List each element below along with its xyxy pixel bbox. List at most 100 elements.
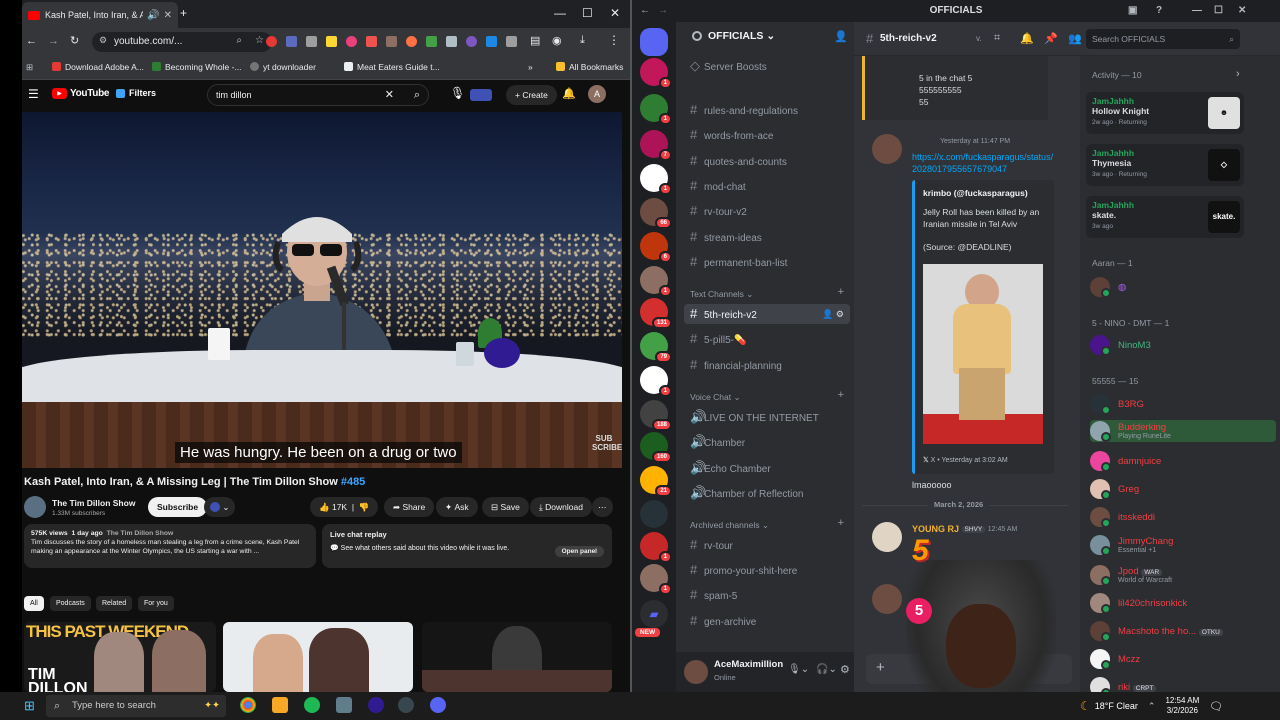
desc-channel-tag[interactable]: The Tim Dillon Show	[107, 530, 174, 537]
activity-expand-icon[interactable]: ›	[1236, 68, 1240, 80]
tray-overflow-icon[interactable]: ⌃	[1148, 701, 1156, 712]
more-actions-icon[interactable]: ⋯	[592, 497, 613, 517]
clear-search-icon[interactable]: ✕	[385, 85, 394, 105]
folder-icon[interactable]: ▰	[640, 600, 668, 628]
forward-icon[interactable]: →	[48, 35, 59, 47]
channel-promo[interactable]: # promo-your-shit-here	[684, 560, 850, 580]
extension-orange-icon[interactable]	[366, 36, 377, 47]
notifications-icon[interactable]: 🗨	[1209, 700, 1223, 713]
browser-tab[interactable]: Kash Patel, Into Iran, & A Mi 🔊 ✕	[22, 2, 178, 28]
extension-cyan-icon[interactable]	[486, 36, 497, 47]
channel-gen-archive[interactable]: # gen-archive	[684, 611, 850, 631]
voice-live-on-the-internet[interactable]: 🔊LIVE ON THE INTERNET	[684, 407, 850, 427]
member-damnjuice[interactable]: damnjuice	[1090, 450, 1276, 472]
server-icon-4[interactable]: 1	[640, 164, 672, 195]
minimize-button[interactable]: —	[554, 6, 566, 20]
close-window-button[interactable]: ✕	[610, 6, 620, 20]
server-icon-14[interactable]	[640, 500, 668, 528]
channel-rv-tour-v2[interactable]: # rv-tour-v2	[684, 201, 850, 221]
discord-minimize-button[interactable]: —	[1192, 0, 1202, 22]
thumbs-down-icon[interactable]: 👎	[359, 502, 370, 513]
attach-plus-icon[interactable]: +	[876, 659, 885, 676]
tweet-link[interactable]: https://x.com/fuckasparagus/status/20280…	[912, 151, 1058, 175]
profile-icon[interactable]: ◉	[552, 34, 562, 47]
filters-button[interactable]: Filters	[116, 88, 156, 98]
server-icon-3[interactable]: 7	[640, 130, 672, 161]
activity-card-1[interactable]: JamJahhh Hollow Knight 2w ago · Returnin…	[1086, 92, 1244, 134]
extension-blue-icon[interactable]	[286, 36, 297, 47]
member-aaran[interactable]: ◍	[1090, 276, 1276, 298]
server-icon-2[interactable]: 1	[640, 94, 672, 125]
extension-grey-icon[interactable]	[306, 36, 317, 47]
extension-yellow-icon[interactable]	[326, 36, 337, 47]
video-description[interactable]: 575K views 1 day ago The Tim Dillon Show…	[24, 524, 316, 568]
activity-card-2[interactable]: JamJahhh Thymesia 3w ago · Returning ◇	[1086, 144, 1244, 186]
extension-green-icon[interactable]	[426, 36, 437, 47]
chip-related[interactable]: Related	[96, 596, 133, 611]
invite-people-icon[interactable]: 👤	[834, 30, 848, 43]
server-boosts-link[interactable]: ◇ Server Boosts	[684, 56, 850, 76]
activity-card-3[interactable]: JamJahhh skate. 3w ago skate.	[1086, 196, 1244, 238]
headphones-icon[interactable]: 🎧⌄	[816, 664, 837, 675]
bookmarks-overflow-icon[interactable]: »	[528, 62, 533, 72]
channel-mod-chat[interactable]: # mod-chat	[684, 176, 850, 196]
new-tab-button[interactable]: +	[180, 6, 187, 20]
recommended-thumbnail-3[interactable]	[422, 622, 612, 692]
message-author-2[interactable]: YOUNG RJ	[912, 524, 959, 534]
search-icon[interactable]: ⌕	[414, 85, 420, 105]
youtube-logo[interactable]: ▶ YouTube	[52, 88, 110, 99]
ask-button[interactable]: ✦ Ask	[436, 497, 478, 517]
server-icon-10[interactable]: 1	[640, 366, 672, 397]
extension-pink-icon[interactable]	[346, 36, 357, 47]
category-voice-chat[interactable]: Voice Chat ⌄	[690, 392, 741, 403]
voice-chamber-of-reflection[interactable]: 🔊Chamber of Reflection	[684, 483, 850, 503]
clock[interactable]: 12:54 AM 3/2/2026	[1165, 696, 1199, 716]
extension-purple-icon[interactable]	[466, 36, 477, 47]
channel-spam-5[interactable]: # spam-5	[684, 585, 850, 605]
inbox-icon[interactable]: ▣	[1128, 0, 1137, 22]
server-icon-8[interactable]: 131	[640, 298, 672, 329]
bookmark-3[interactable]: yt downloader	[250, 62, 316, 72]
add-text-channel-icon[interactable]: +	[838, 286, 844, 298]
extension-orange2-icon[interactable]	[406, 36, 417, 47]
embed-image[interactable]	[923, 264, 1043, 444]
server-icon-5[interactable]: 66	[640, 198, 672, 229]
member-ninom3[interactable]: NinoM3	[1090, 334, 1276, 356]
category-archived[interactable]: Archived channels ⌄	[690, 520, 769, 531]
chrome-taskbar-icon[interactable]	[240, 697, 256, 713]
reload-icon[interactable]: ↻	[70, 34, 79, 47]
server-icon-7[interactable]: 1	[640, 266, 672, 297]
tab-close-icon[interactable]: ✕	[164, 10, 172, 21]
help-icon[interactable]: ?	[1156, 0, 1162, 22]
spotify-icon[interactable]	[304, 697, 320, 713]
extension-brown-icon[interactable]	[386, 36, 397, 47]
chrome-menu-icon[interactable]: ⋮	[608, 33, 620, 47]
site-info-icon[interactable]: ⚙	[99, 35, 107, 46]
youtube-search-input[interactable]: tim dillon ✕ ⌕	[207, 84, 429, 106]
pin-icon[interactable]: 📌	[1044, 32, 1058, 45]
member-list-icon[interactable]: 👥	[1068, 32, 1082, 45]
server-header[interactable]: OFFICIALS ⌄	[692, 30, 775, 42]
member-greg[interactable]: Greg	[1090, 478, 1276, 500]
channel-words-from-ace[interactable]: # words-from-ace	[684, 125, 850, 145]
channel-name[interactable]: The Tim Dillon Show	[52, 498, 135, 508]
windows-start-icon[interactable]: ⊞	[24, 698, 35, 714]
weather-text[interactable]: 18°F Clear	[1095, 701, 1138, 711]
recommended-thumbnail-1[interactable]: THIS PAST WEEKEND TIM DILLON	[24, 622, 216, 692]
open-panel-button[interactable]: Open panel	[554, 546, 604, 557]
server-icon-11[interactable]: 188	[640, 400, 672, 431]
voice-chamber[interactable]: 🔊Chamber	[684, 432, 850, 452]
back-arrow-icon[interactable]: ←	[640, 0, 650, 22]
notification-bell-icon[interactable]: 🔔	[1020, 32, 1034, 45]
member-jpod[interactable]: Jpod WAR World of Warcraft	[1090, 564, 1276, 586]
url-field[interactable]: ⚙ youtube.com/... ⌕ ☆	[92, 32, 272, 52]
server-icon-1[interactable]: 1	[640, 58, 672, 89]
user-avatar[interactable]	[684, 660, 708, 684]
subscribe-button[interactable]: Subscribe	[148, 497, 208, 517]
video-player[interactable]: He was hungry. He been on a drug or two …	[22, 112, 622, 468]
download-button[interactable]: ⤓ Download	[530, 497, 592, 517]
user-settings-icon[interactable]: ⚙	[840, 663, 850, 676]
channel-quotes-and-counts[interactable]: # quotes-and-counts	[684, 151, 850, 171]
forward-arrow-icon[interactable]: →	[658, 0, 668, 22]
extension-red-icon[interactable]	[266, 36, 277, 47]
